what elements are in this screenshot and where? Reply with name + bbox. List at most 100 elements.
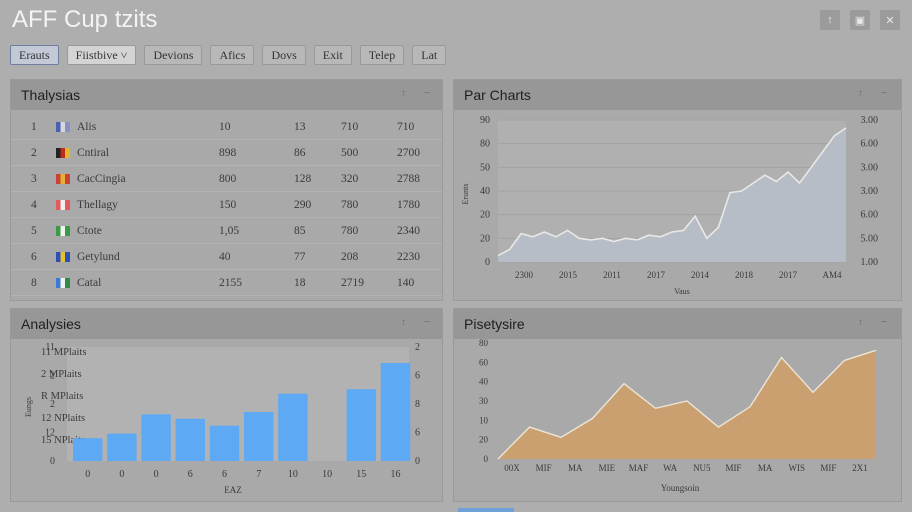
x-tick-label: 2300 [515,270,534,280]
stat-cell: 128 [294,173,312,185]
x-tick-label: 0 [154,469,159,480]
bar[interactable] [346,389,376,461]
toolbar-button-erauts[interactable]: Erauts [10,45,59,65]
toolbar-button-telep[interactable]: Telep [359,45,405,65]
stat-cell: 290 [294,199,312,211]
team-name-cell: Alis [77,121,97,133]
toolbar-button-exit[interactable]: Exit [313,45,352,65]
x-tick-label: 7 [256,469,261,480]
y-tick-label: 20 [480,233,490,244]
table-row[interactable]: 1 Alis 10 13 710 710 [11,114,442,140]
x-tick-label: 2014 [691,270,710,280]
flag-icon [56,226,70,236]
x-tick-label: NU5 [693,463,711,473]
bar-chart-panel: Analysies ↑ − 0 0 12 6 2 8 2 6 11 2 11 MPlaits 2 MP… [10,308,443,502]
minimize-icon[interactable]: − [424,88,430,99]
rank-cell: 1 [31,121,37,133]
x-tick-label: MIE [599,463,616,473]
close-icon[interactable]: ✕ [880,10,900,30]
stat-cell: 40 [219,251,231,263]
x-tick-label: 2X1 [852,463,868,473]
minimize-icon[interactable]: − [881,317,887,328]
toolbar-select-filter[interactable]: Fiistbive ˅ [66,45,137,65]
y-tick-label-right: 3.00 [861,115,879,126]
x-axis-label: Vaus [674,287,690,296]
stat-cell: 2340 [397,225,420,237]
active-tab-indicator[interactable] [458,508,514,512]
minimize-icon[interactable]: − [424,317,430,328]
flag-icon [56,174,70,184]
panel-header: Pisetysire ↑ − [454,309,901,339]
y-tick-label: 40 [480,186,490,197]
stat-cell: 2788 [397,173,420,185]
flag-icon [56,122,70,132]
toolbar-button-dovs[interactable]: Dovs [262,45,306,65]
y-tick-label-right: 6 [415,371,420,382]
table-row[interactable]: 4 Thellagy 150 290 780 1780 [11,192,442,218]
bar[interactable] [209,425,240,461]
y-tick-label-right: 6.00 [861,139,879,150]
lock-icon[interactable]: ▣ [850,10,870,30]
x-tick-label: 2015 [559,270,578,280]
toolbar-button-devions[interactable]: Devions [144,45,203,65]
stat-cell: 2719 [341,277,364,289]
area-chart-panel: Pisetysire ↑ − 0 20 10 30 40 60 80 00X MIF MA MIE M… [453,308,902,502]
y-tick-label-right: 1.00 [861,257,879,268]
y-tick-label: 80 [479,339,489,348]
bar[interactable] [380,363,411,461]
x-tick-label: WIS [788,463,805,473]
bar[interactable] [278,393,308,461]
toolbar-button-lat[interactable]: Lat [412,45,447,65]
x-tick-label: 10 [322,469,332,480]
x-tick-label: 16 [391,469,401,480]
stat-cell: 500 [341,147,359,159]
legend-entry: 12 NPlaits [41,413,85,424]
x-tick-label: WA [663,463,677,473]
flag-icon [56,278,70,288]
x-tick-label: 2017 [647,270,666,280]
table-row[interactable]: 3 CacCingia 800 128 320 2788 [11,166,442,192]
toolbar-button-afics[interactable]: Afics [210,45,255,65]
bar[interactable] [107,433,137,461]
panel-title: Analysies [21,316,81,332]
y-tick-label-right: 6.00 [861,210,879,221]
y-tick-label-right: 3.00 [861,186,879,197]
legend-entry: R MPlaits [41,391,83,402]
x-tick-label: 2018 [735,270,754,280]
table-row[interactable]: 2 Cntiral 898 86 500 2700 [11,140,442,166]
x-axis-label: EAZ [224,485,242,495]
table-row[interactable]: 5 Ctote 1,05 85 780 2340 [11,218,442,244]
stat-cell: 898 [219,147,237,159]
x-tick-label: MAF [629,463,649,473]
pin-icon[interactable]: ↑ [401,317,406,328]
bar[interactable] [73,438,103,461]
team-name-cell: Getylund [77,251,120,263]
table-row[interactable]: 6 Getylund 40 77 208 2230 [11,244,442,270]
table-row[interactable]: 8 Catal 2155 18 2719 140 [11,270,442,296]
stat-cell: 710 [397,121,415,133]
minimize-icon[interactable]: − [881,88,887,99]
standings-table: 1 Alis 10 13 710 710 2 Cntiral 898 86 500 2700 3 CacC… [11,110,442,300]
stat-cell: 710 [341,121,359,133]
team-name-cell: Thellagy [77,199,118,211]
y-tick-label: 30 [479,396,489,406]
pin-icon[interactable]: ↑ [858,88,863,99]
x-tick-label: MIF [725,463,741,473]
pin-icon[interactable]: ↑ [401,88,406,99]
bar[interactable] [244,412,274,461]
y-tick-label: 50 [480,162,490,173]
x-tick-label: MA [758,463,773,473]
pin-icon[interactable]: ↑ [820,10,840,30]
pin-icon[interactable]: ↑ [858,317,863,328]
series-area [498,350,876,459]
x-tick-label: 00X [504,463,520,473]
app-title: AFF Cup tzits [12,6,158,33]
y-tick-label: 0 [485,257,490,268]
bar[interactable] [175,418,205,461]
y-tick-label: 90 [480,115,490,126]
rank-cell: 4 [31,199,37,211]
bar[interactable] [141,414,171,461]
stat-cell: 1780 [397,199,420,211]
stat-cell: 320 [341,173,359,185]
flag-icon [56,252,70,262]
